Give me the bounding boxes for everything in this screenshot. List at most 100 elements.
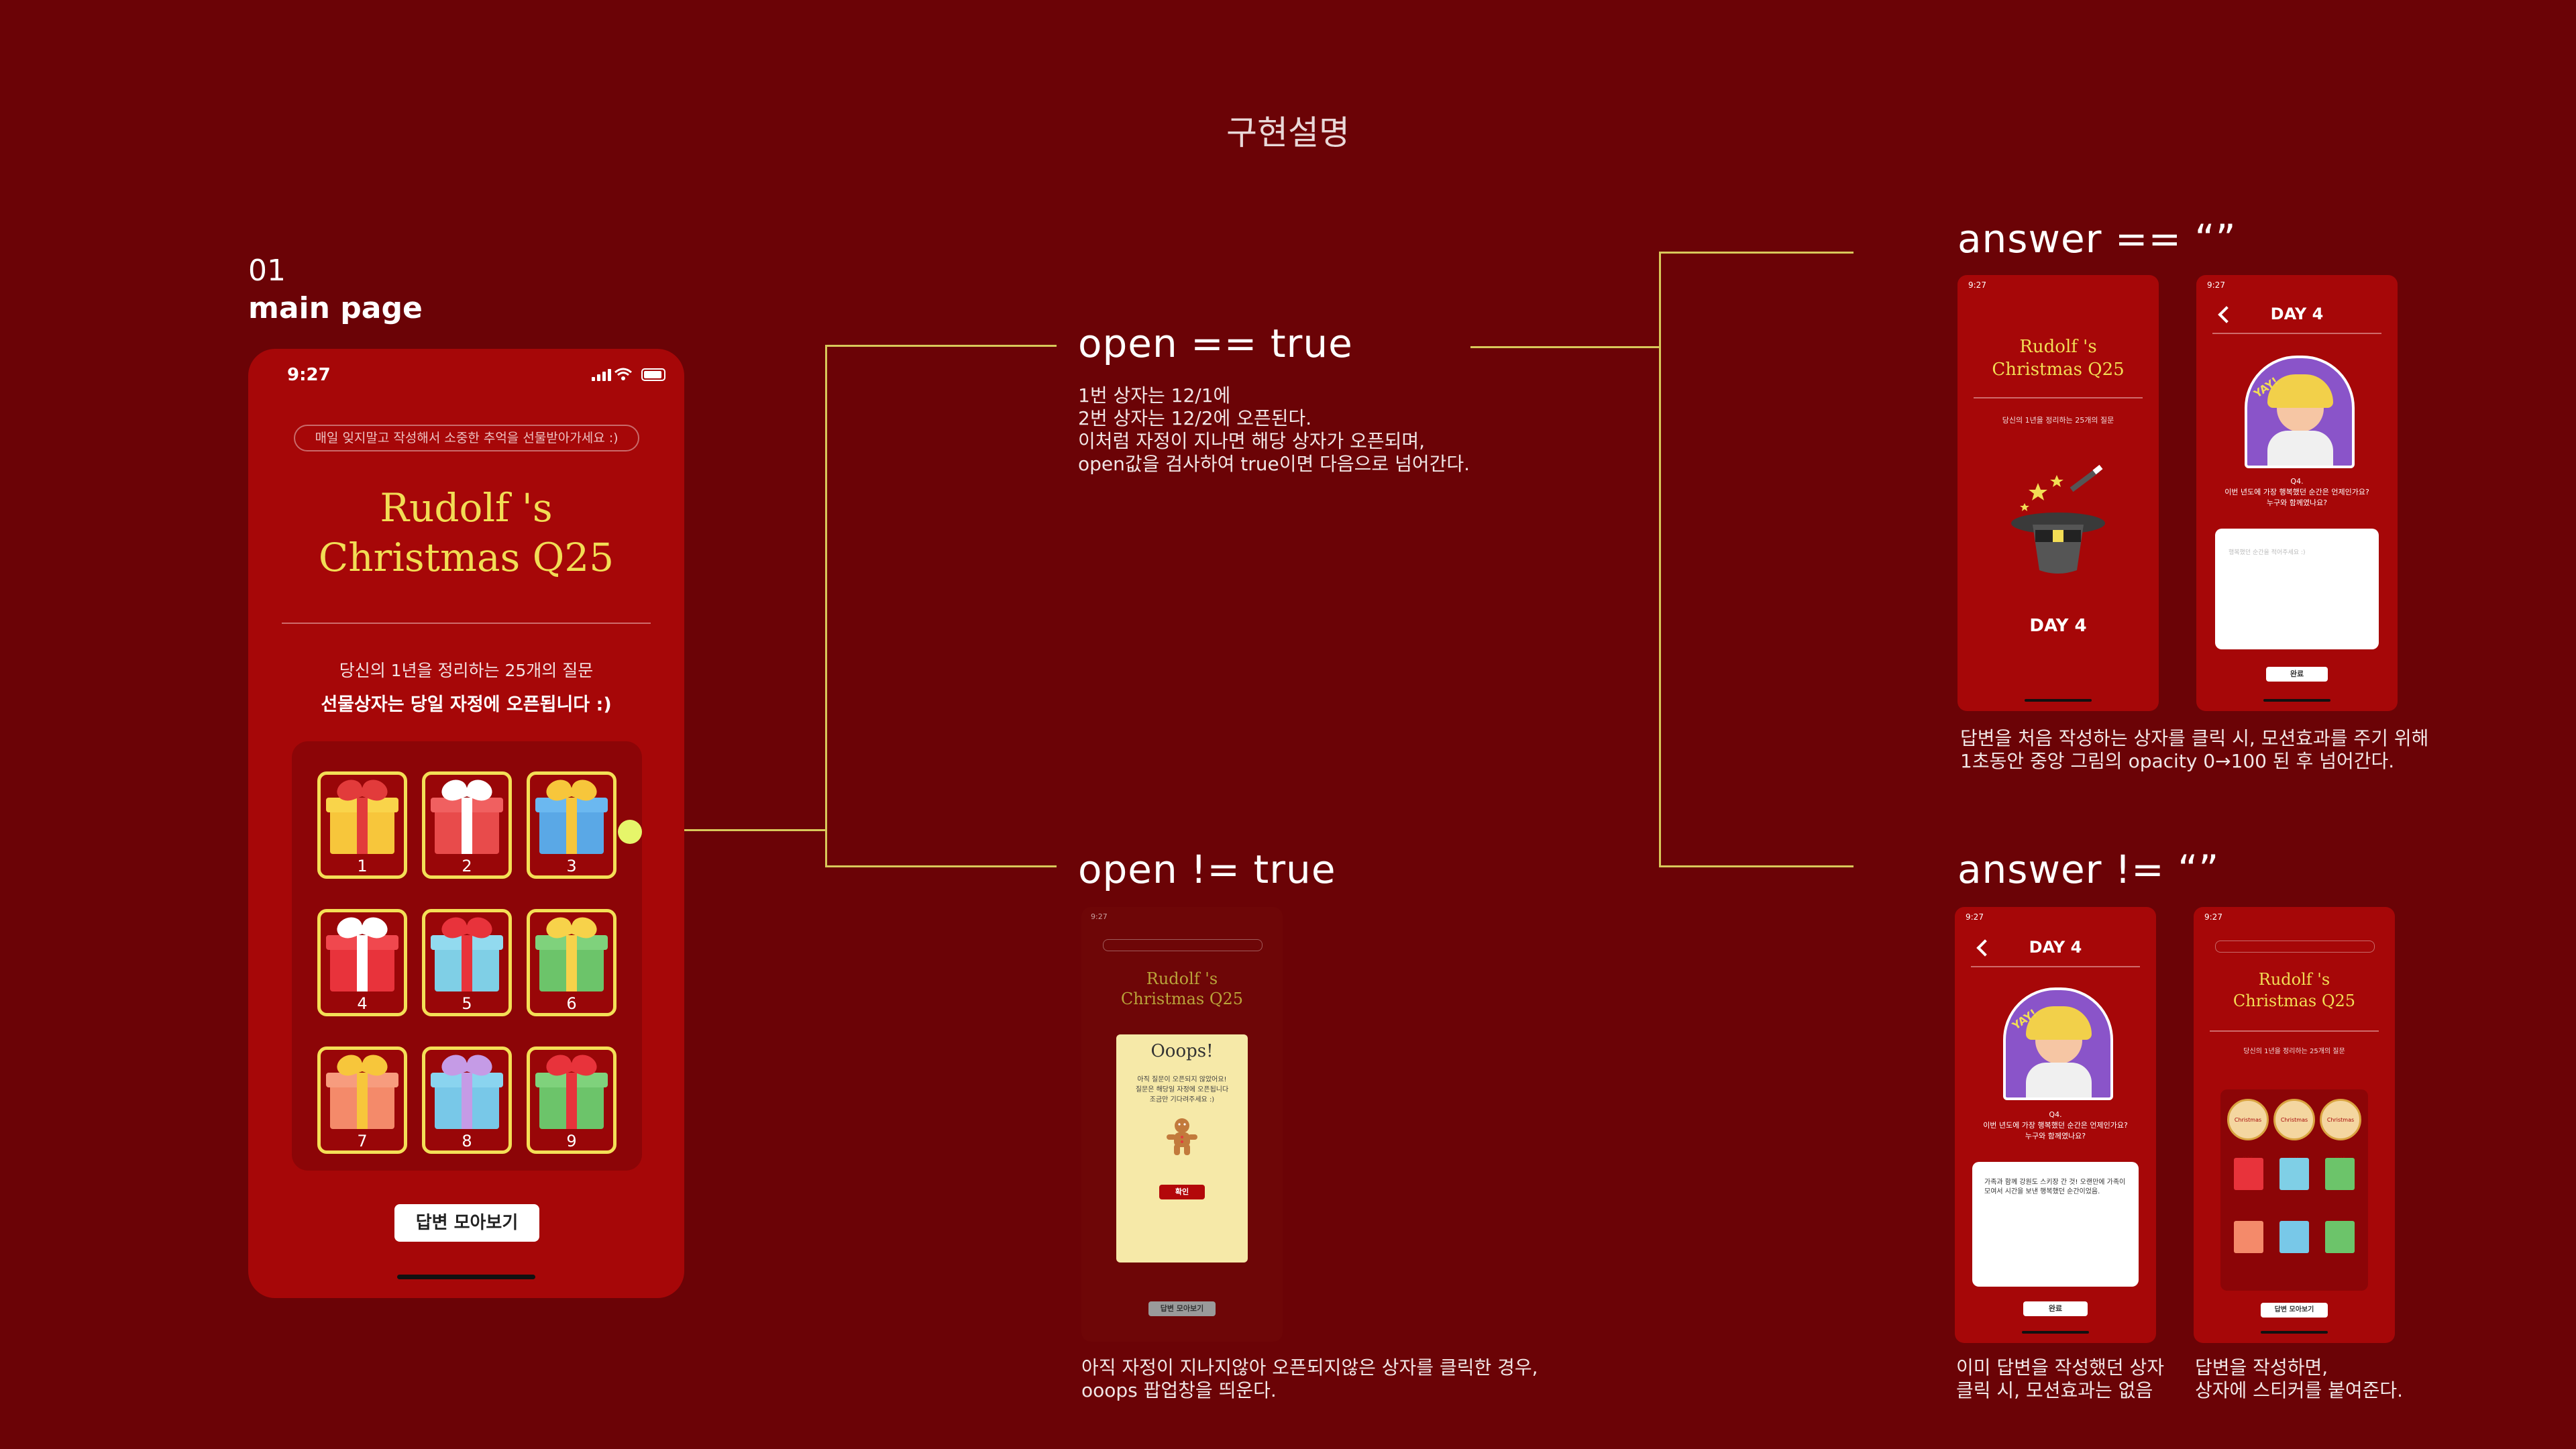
popup-line: 아직 질문이 오픈되지 않았어요!	[1137, 1076, 1227, 1083]
gift-ribbon	[357, 935, 368, 991]
magic-hat-icon	[2011, 464, 2105, 574]
answer-placeholder: 행복했던 순간을 적어주세요 :)	[2229, 549, 2306, 556]
answer-input[interactable]: 행복했던 순간을 적어주세요 :)	[2215, 529, 2379, 649]
gift-icon[interactable]	[2234, 1221, 2263, 1253]
gift-number: 3	[566, 857, 577, 875]
gift-box-4[interactable]: 4	[317, 909, 407, 1016]
gift-box-1[interactable]: 1	[317, 771, 407, 879]
condition-answer-filled: answer != “”	[1957, 847, 2220, 892]
desc-line: ooops 팝업창을 띄운다.	[1081, 1379, 1277, 1401]
gift-icon[interactable]	[2279, 1158, 2309, 1190]
gift-ribbon	[566, 1073, 577, 1129]
gift-ribbon	[357, 1073, 368, 1129]
status-bar: 9:27	[248, 349, 684, 396]
gift-icon[interactable]	[2325, 1221, 2355, 1253]
subtitle-bold: 선물상자는 당일 자정에 오픈됩니다 :)	[321, 694, 612, 715]
popup-line: 조금만 기다려주세요 :)	[1149, 1096, 1215, 1104]
popup-line: 질문은 해당일 자정에 오픈됩니다	[1135, 1086, 1229, 1093]
gift-box-6[interactable]: 6	[527, 909, 616, 1016]
gift-icon[interactable]	[2279, 1221, 2309, 1253]
desc-line: 2번 상자는 12/2에 오픈된다.	[1078, 407, 1312, 429]
collect-answers-button[interactable]: 답변 모아보기	[2261, 1303, 2328, 1318]
gift-number: 7	[357, 1132, 368, 1150]
gift-box-8[interactable]: 8	[422, 1046, 512, 1154]
divider	[2210, 1030, 2379, 1032]
gift-icon[interactable]	[2234, 1158, 2263, 1190]
description-open-false: 아직 자정이 지나지않아 오픈되지않은 상자를 클릭한 경우, ooops 팝업…	[1081, 1356, 1538, 1402]
connector-to-open-true	[825, 345, 1057, 347]
gift-box-2[interactable]: 2	[422, 771, 512, 879]
screen-answer-empty: 9:27 DAY 4 YAY! Q4. 이번 년도에 가장 행복했던 순간은 언…	[2196, 275, 2398, 711]
gift-ribbon	[566, 935, 577, 991]
screen-main-with-stickers: 9:27 Rudolf 's Christmas Q25 당신의 1년을 정리하…	[2194, 907, 2395, 1343]
gift-grid: Christmas Q25 Christmas Q25 Christmas Q2…	[2220, 1089, 2368, 1291]
gift-ribbon	[462, 798, 472, 854]
gift-number: 9	[566, 1132, 577, 1150]
home-indicator	[397, 1275, 535, 1279]
subtitle: 당신의 1년을 정리하는 25개의 질문	[2243, 1048, 2345, 1055]
gift-grid: 1 2 3 4 5 6 7 8 9	[292, 741, 642, 1171]
connector-answer-trunk	[1659, 252, 1661, 867]
question: Q4. 이번 년도에 가장 행복했던 순간은 언제인가요? 누구와 함께였나요?	[2196, 476, 2398, 508]
gift-box-7[interactable]: 7	[317, 1046, 407, 1154]
done-button[interactable]: 완료	[2266, 667, 2328, 682]
collect-answers-button[interactable]: 답변 모아보기	[394, 1204, 539, 1242]
answer-input[interactable]: 가족과 함께 강원도 스키장 간 것! 오랜만에 가족이 모여서 시간을 보낸 …	[1972, 1162, 2139, 1287]
shirt	[2267, 431, 2333, 466]
connector-trunk-v	[825, 345, 827, 867]
app-title-line1: Rudolf 's	[2258, 970, 2330, 989]
main-phone-screen: 9:27 매일 잊지말고 작성해서 소중한 추억을 선물받아가세요 :) Rud…	[248, 349, 684, 1298]
notice-banner: 매일 잊지말고 작성해서 소중한 추억을 선물받아가세요 :)	[294, 425, 639, 451]
sticker-badge[interactable]: Christmas Q25	[2320, 1099, 2361, 1162]
sticker-badge[interactable]: Christmas Q25	[2227, 1099, 2269, 1162]
step-number: 01	[248, 254, 286, 288]
screen-ooops-popup: 9:27 Rudolf 's Christmas Q25 답변 모아보기 Ooo…	[1081, 907, 1283, 1342]
gingerbread-icon	[1167, 1118, 1197, 1155]
page-title: 구현설명	[1226, 113, 1350, 152]
step-name: main page	[248, 291, 423, 325]
status-time: 9:27	[1966, 912, 1984, 922]
question-line: 누구와 함께였나요?	[2266, 498, 2328, 507]
gift-ribbon	[462, 935, 472, 991]
shirt	[2026, 1063, 2092, 1097]
gift-ribbon	[566, 798, 577, 854]
gift-number: 1	[357, 857, 368, 875]
day-label: DAY 4	[2270, 305, 2324, 323]
app-title-line1: Rudolf 's	[380, 485, 553, 531]
connector-dot	[618, 820, 642, 844]
gift-box-9[interactable]: 9	[527, 1046, 616, 1154]
desc-line: 상자에 스티커를 붙여준다.	[2195, 1379, 2404, 1401]
app-title: Rudolf 's Christmas Q25	[1957, 335, 2159, 381]
description-open-true: 1번 상자는 12/1에 2번 상자는 12/2에 오픈된다. 이처럼 자정이 …	[1078, 384, 1470, 476]
collect-answers-button[interactable]: 답변 모아보기	[1148, 1301, 1216, 1316]
condition-open-false: open != true	[1078, 847, 1336, 892]
gift-box-5[interactable]: 5	[422, 909, 512, 1016]
ooops-popup: Ooops! 아직 질문이 오픈되지 않았어요! 질문은 해당일 자정에 오픈됩…	[1116, 1034, 1248, 1263]
question-number: Q4.	[2049, 1110, 2062, 1119]
gift-box-3[interactable]: 3	[527, 771, 616, 879]
gift-icon[interactable]	[2325, 1158, 2355, 1190]
home-indicator	[2022, 1331, 2089, 1334]
description-answer-filled-b: 답변을 작성하면, 상자에 스티커를 붙여준다.	[2195, 1356, 2403, 1402]
home-indicator	[2261, 1331, 2328, 1334]
done-button[interactable]: 완료	[2023, 1301, 2088, 1316]
home-indicator	[2025, 699, 2092, 702]
status-time: 9:27	[2204, 912, 2222, 922]
gift-number: 2	[462, 857, 472, 875]
status-time: 9:27	[287, 365, 331, 385]
question-number: Q4.	[2290, 477, 2304, 486]
screen-magic-transition: 9:27 Rudolf 's Christmas Q25 당신의 1년을 정리하…	[1957, 275, 2159, 711]
popup-confirm-button[interactable]: 확인	[1159, 1185, 1205, 1199]
app-title: Rudolf 's Christmas Q25	[2194, 969, 2395, 1012]
subtitle: 당신의 1년을 정리하는 25개의 질문	[339, 661, 594, 680]
notice-banner	[2215, 941, 2375, 953]
desc-line: 답변을 처음 작성하는 상자를 클릭 시, 모션효과를 주기 위해	[1960, 727, 2429, 749]
sticker-badge[interactable]: Christmas Q25	[2273, 1099, 2315, 1162]
condition-open-true: open == true	[1078, 321, 1353, 366]
divider	[282, 623, 651, 624]
gift-number: 4	[357, 994, 368, 1013]
app-title-line1: Rudolf 's	[2019, 337, 2097, 357]
desc-line: 클릭 시, 모션효과는 없음	[1956, 1379, 2153, 1401]
desc-line: 이미 답변을 작성했던 상자	[1956, 1356, 2165, 1379]
popup-title: Ooops!	[1150, 1041, 1214, 1061]
